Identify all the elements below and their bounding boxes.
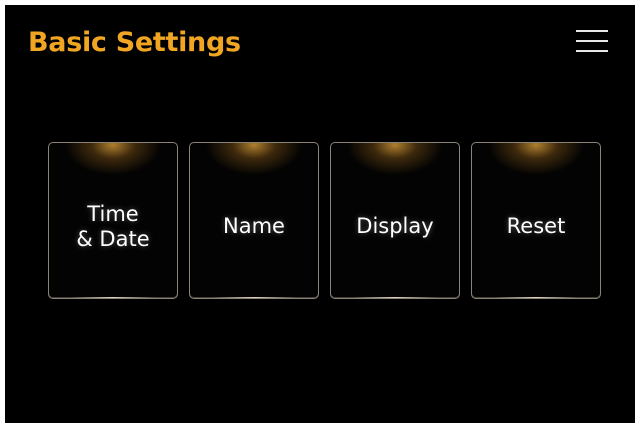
name-label: Name xyxy=(223,214,285,238)
menu-bar-top xyxy=(576,30,608,32)
menu-bar-bottom xyxy=(576,50,608,52)
display-label: Display xyxy=(356,214,434,238)
reset-label: Reset xyxy=(506,214,566,238)
menu-bar-middle xyxy=(576,40,608,42)
settings-screen: Basic Settings Time & Date Name Display … xyxy=(5,5,635,423)
page-title: Basic Settings xyxy=(28,27,241,58)
settings-tile-grid: Time & Date Name Display Reset xyxy=(48,142,603,302)
time-date-label: Time & Date xyxy=(76,201,150,251)
reset-button[interactable]: Reset xyxy=(471,142,601,299)
time-date-button[interactable]: Time & Date xyxy=(48,142,178,299)
hamburger-menu-icon[interactable] xyxy=(575,27,609,55)
display-button[interactable]: Display xyxy=(330,142,460,299)
name-button[interactable]: Name xyxy=(189,142,319,299)
